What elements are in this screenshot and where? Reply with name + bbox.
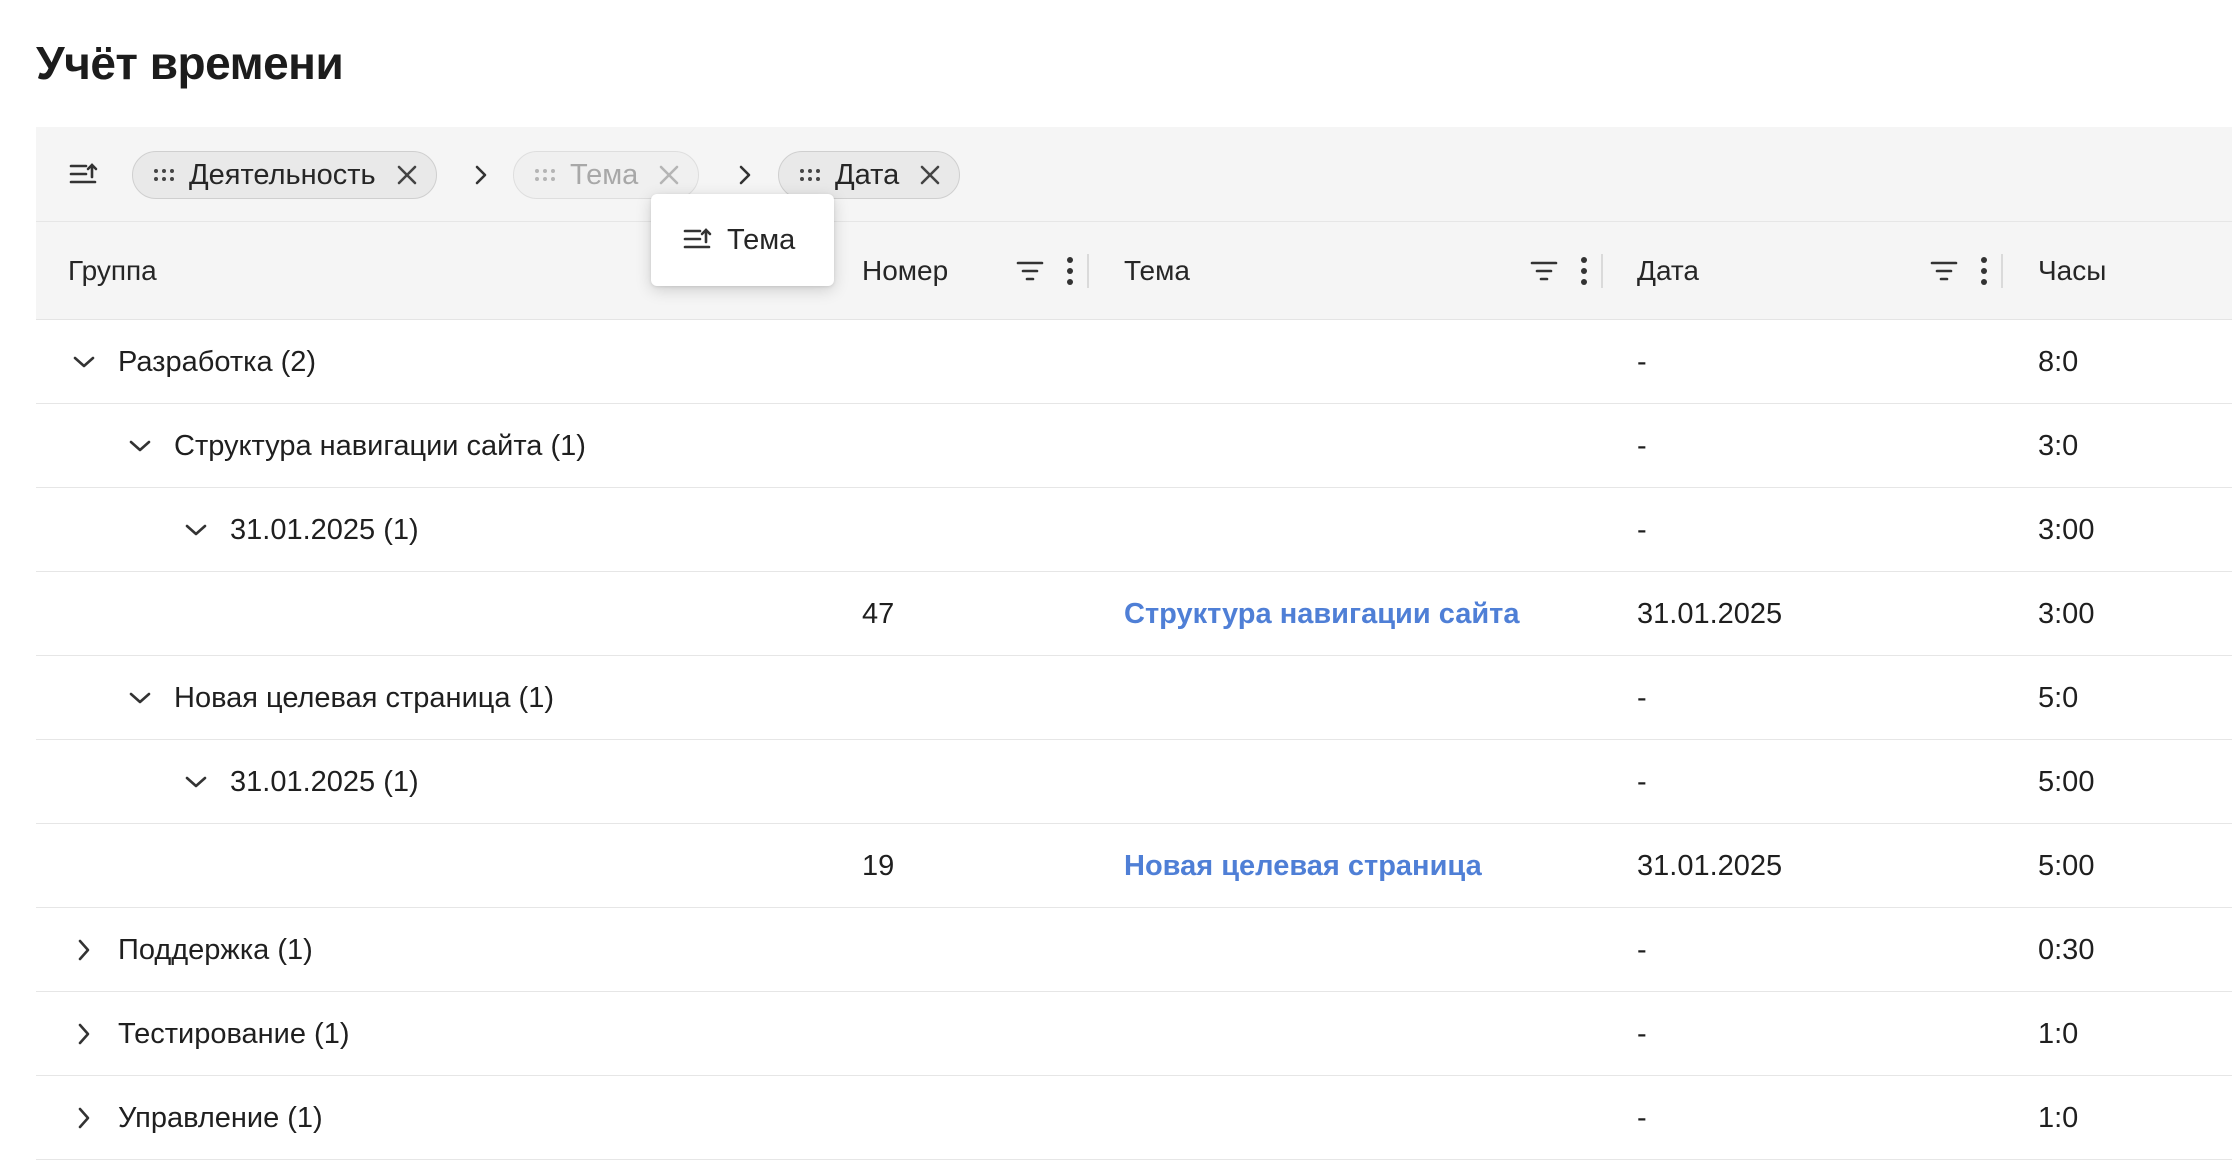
group-chip-topic[interactable]: Тема xyxy=(513,151,700,199)
group-chip-date[interactable]: Дата xyxy=(778,151,961,199)
table-row-group: 31.01.2025 (1) - 3:00 xyxy=(36,488,2232,572)
group-chip-label: Тема xyxy=(570,158,639,191)
table-row[interactable]: 19 Новая целевая страница 31.01.2025 5:0… xyxy=(36,824,2232,908)
hours-cell: 0:30 xyxy=(2038,933,2095,966)
group-label: Поддержка (1) xyxy=(118,933,313,966)
group-label: Структура навигации сайта (1) xyxy=(174,429,586,462)
drag-preview-label: Тема xyxy=(727,223,796,256)
topic-link[interactable]: Новая целевая страница xyxy=(1124,850,1482,883)
time-tracking-page: Учёт времени Деятельность Тема Дата Тема… xyxy=(0,0,2232,1163)
date-cell: - xyxy=(1637,681,1647,714)
hours-cell: 3:0 xyxy=(2038,429,2079,462)
group-label: Тестирование (1) xyxy=(118,1017,350,1050)
group-by-icon[interactable] xyxy=(64,155,104,195)
group-label: 31.01.2025 (1) xyxy=(230,765,419,798)
chevron-right-icon[interactable] xyxy=(66,932,102,968)
column-header-topic[interactable]: Тема xyxy=(1124,222,1190,320)
column-header-group[interactable]: Группа xyxy=(68,222,157,320)
close-icon[interactable] xyxy=(658,164,680,186)
table-row[interactable]: 47 Структура навигации сайта 31.01.2025 … xyxy=(36,572,2232,656)
table-body: Разработка (2) - 8:0 Структура навигации… xyxy=(36,320,2232,1160)
table-row-group: 31.01.2025 (1) - 5:00 xyxy=(36,740,2232,824)
number-cell: 19 xyxy=(862,849,895,882)
column-header-number[interactable]: Номер xyxy=(862,222,948,320)
chevron-down-icon[interactable] xyxy=(178,512,214,548)
number-cell: 47 xyxy=(862,597,895,630)
group-label: Новая целевая страница (1) xyxy=(174,681,555,714)
chevron-right-icon xyxy=(733,161,757,189)
group-chip-label: Деятельность xyxy=(189,158,376,191)
more-vertical-icon[interactable] xyxy=(1580,256,1588,286)
hours-cell: 1:0 xyxy=(2038,1017,2079,1050)
table-row-group: Структура навигации сайта (1) - 3:0 xyxy=(36,404,2232,488)
date-cell: - xyxy=(1637,513,1647,546)
page-title: Учёт времени xyxy=(36,37,344,89)
group-by-icon xyxy=(683,227,713,253)
table-header: Группа Номер Тема Дата Часы xyxy=(36,222,2232,320)
hours-cell: 3:00 xyxy=(2038,597,2095,630)
chevron-down-icon[interactable] xyxy=(122,680,158,716)
filter-icon[interactable] xyxy=(1016,260,1044,282)
column-header-hours[interactable]: Часы xyxy=(2038,222,2106,320)
hours-cell: 3:00 xyxy=(2038,513,2095,546)
drag-grip-icon[interactable] xyxy=(534,168,556,182)
date-cell: - xyxy=(1637,429,1647,462)
date-cell: 31.01.2025 xyxy=(1637,597,1783,630)
chevron-right-icon[interactable] xyxy=(66,1016,102,1052)
date-cell: - xyxy=(1637,933,1647,966)
table-row-group: Тестирование (1) - 1:0 xyxy=(36,992,2232,1076)
date-cell: - xyxy=(1637,345,1647,378)
topic-link[interactable]: Структура навигации сайта xyxy=(1124,598,1520,631)
column-resize-handle[interactable] xyxy=(1087,254,1089,288)
chevron-down-icon[interactable] xyxy=(66,344,102,380)
filter-icon[interactable] xyxy=(1930,260,1958,282)
hours-cell: 8:0 xyxy=(2038,345,2079,378)
column-resize-handle[interactable] xyxy=(1601,254,1603,288)
table-row-group: Поддержка (1) - 0:30 xyxy=(36,908,2232,992)
drag-grip-icon[interactable] xyxy=(799,168,821,182)
filter-icon[interactable] xyxy=(1530,260,1558,282)
hours-cell: 5:0 xyxy=(2038,681,2079,714)
group-chip-activity[interactable]: Деятельность xyxy=(132,151,437,199)
hours-cell: 5:00 xyxy=(2038,765,2095,798)
group-label: 31.01.2025 (1) xyxy=(230,513,419,546)
group-label: Управление (1) xyxy=(118,1101,323,1134)
hours-cell: 5:00 xyxy=(2038,849,2095,882)
chevron-right-icon[interactable] xyxy=(66,1100,102,1136)
date-cell: - xyxy=(1637,765,1647,798)
hours-cell: 1:0 xyxy=(2038,1101,2079,1134)
more-vertical-icon[interactable] xyxy=(1980,256,1988,286)
chevron-down-icon[interactable] xyxy=(122,428,158,464)
more-vertical-icon[interactable] xyxy=(1066,256,1074,286)
date-cell: 31.01.2025 xyxy=(1637,849,1783,882)
column-header-date[interactable]: Дата xyxy=(1637,222,1699,320)
chevron-down-icon[interactable] xyxy=(178,764,214,800)
date-cell: - xyxy=(1637,1101,1647,1134)
group-by-panel: Деятельность Тема Дата xyxy=(36,127,2232,222)
date-cell: - xyxy=(1637,1017,1647,1050)
close-icon[interactable] xyxy=(396,164,418,186)
column-resize-handle[interactable] xyxy=(2001,254,2003,288)
table-row-group: Разработка (2) - 8:0 xyxy=(36,320,2232,404)
drag-grip-icon[interactable] xyxy=(153,168,175,182)
chevron-right-icon xyxy=(469,161,493,189)
close-icon[interactable] xyxy=(919,164,941,186)
table-row-group: Управление (1) - 1:0 xyxy=(36,1076,2232,1160)
drag-preview: Тема xyxy=(651,194,834,286)
group-label: Разработка (2) xyxy=(118,345,317,378)
group-chip-label: Дата xyxy=(835,158,900,191)
table-row-group: Новая целевая страница (1) - 5:0 xyxy=(36,656,2232,740)
